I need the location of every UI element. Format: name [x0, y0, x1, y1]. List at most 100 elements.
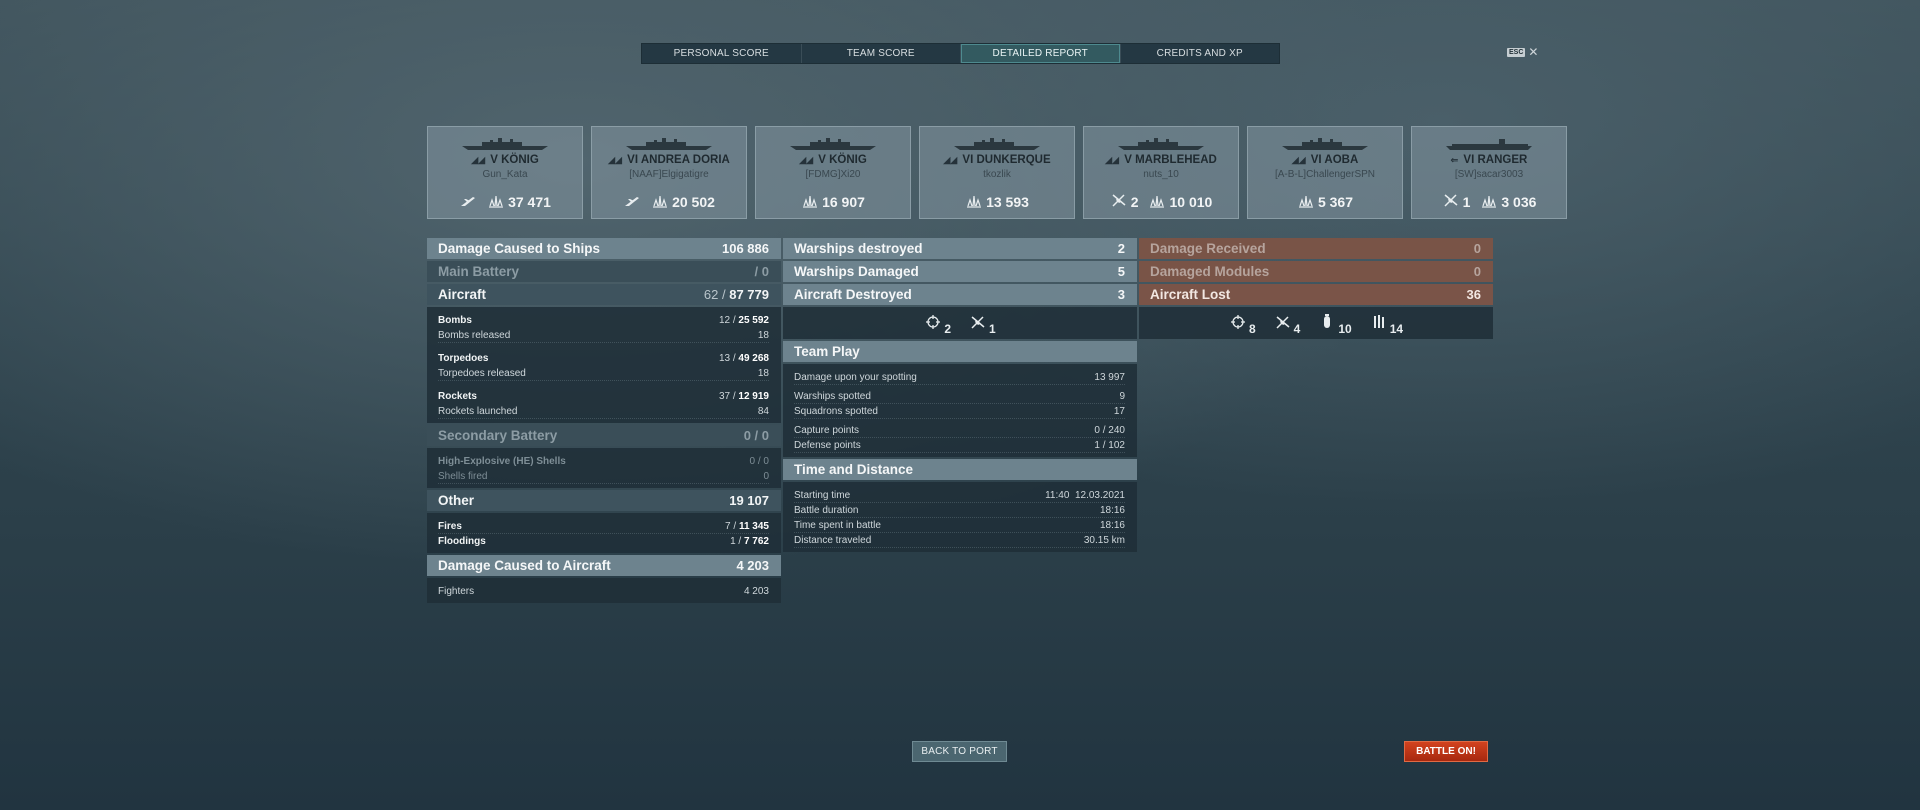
plane-destroyed-icon-stat: 2	[1110, 192, 1138, 211]
aircraft-lost-row: Aircraft Lost 36	[1139, 284, 1493, 305]
damage-icon	[1148, 192, 1166, 211]
damage-received-panel: Damage Received 0 Damaged Modules 0 Aircra…	[1139, 238, 1493, 341]
close-icon: ✕	[1528, 45, 1539, 59]
ship-class-icon: ◢◢	[943, 155, 958, 165]
damage-caused-header: Damage Caused to Ships 106 886	[427, 238, 781, 259]
rockets-launched-row: Rockets launched 84	[438, 404, 769, 419]
player-stats: 16 907	[756, 192, 910, 211]
fires-row: Fires 7 / 11 345	[438, 519, 769, 534]
team-play-row: Warships spotted 9	[794, 389, 1125, 404]
plane-destroyed-icon-counter: 4	[1274, 314, 1300, 336]
damage-caused-panel: Damage Caused to Ships 106 886 Main Batt…	[427, 238, 781, 605]
player-cards: ◢◢ V KÖNIG Gun_Kata 37 471 ◢◢ VI ANDREA …	[427, 126, 1567, 219]
player-name: [NAAF]Elgigatigre	[629, 169, 709, 180]
kills-panel: Warships destroyed 2 Warships Damaged 5 Ai…	[783, 238, 1137, 554]
plane-kill-icon	[459, 192, 477, 211]
ship-name: ⇐ VI RANGER	[1450, 154, 1528, 166]
damage-stat: 5 367	[1297, 192, 1353, 211]
other-breakdown: Fires 7 / 11 345 Floodings 1 / 7 762	[427, 513, 781, 553]
time-distance-block: Starting time 11:40 12.03.2021 Battle dur…	[783, 482, 1137, 552]
ship-class-icon: ◢◢	[1105, 155, 1119, 165]
ship-name: ◢◢ VI DUNKERQUE	[943, 154, 1051, 166]
team-play-header: Team Play	[783, 341, 1137, 362]
player-card[interactable]: ⇐ VI RANGER [SW]sacar3003 1 3 036	[1411, 126, 1567, 219]
player-stats: 5 367	[1248, 192, 1402, 211]
back-to-port-button[interactable]: BACK TO PORT	[912, 741, 1007, 762]
other-row: Other 19 107	[427, 490, 781, 511]
rockets-row: Rockets 37 / 12 919	[438, 391, 769, 402]
warships-damaged-row: Warships Damaged 5	[783, 261, 1137, 282]
damage-stat: 16 907	[801, 192, 865, 211]
plane-destroyed-icon-stat: 1	[1442, 192, 1470, 211]
ship-class-icon: ◢◢	[471, 155, 486, 165]
team-play-block: Damage upon your spotting 13 997 Warships…	[783, 364, 1137, 457]
player-stats: 13 593	[920, 192, 1074, 211]
tab-team-score[interactable]: TEAM SCORE	[802, 44, 961, 63]
main-battery-row: Main Battery / 0	[427, 261, 781, 282]
aircraft-damage-breakdown: Fighters 4 203	[427, 578, 781, 603]
player-name: tkozlik	[983, 169, 1011, 180]
torpedo-icon-counter: 14	[1370, 314, 1403, 336]
ship-class-icon: ◢◢	[608, 155, 622, 165]
player-card[interactable]: ◢◢ V KÖNIG Gun_Kata 37 471	[427, 126, 583, 219]
plane-kill-icon-stat	[623, 192, 641, 211]
shells-fired-row: Shells fired 0	[438, 469, 769, 484]
plane-destroyed-icon	[1110, 192, 1128, 211]
aircraft-row: Aircraft 62 / 87 779	[427, 284, 781, 305]
time-distance-row: Battle duration 18:16	[794, 503, 1125, 518]
tab-detailed-report[interactable]: DETAILED REPORT	[961, 44, 1121, 63]
secondary-battery-row: Secondary Battery 0 / 0	[427, 425, 781, 446]
time-distance-row: Distance traveled 30.15 km	[794, 533, 1125, 548]
ship-class-icon: ⇐	[1450, 155, 1459, 165]
ship-name: ◢◢ V MARBLEHEAD	[1105, 154, 1217, 166]
plane-destroyed-icon	[969, 314, 987, 333]
battle-on-button[interactable]: BATTLE ON!	[1404, 741, 1488, 762]
team-play-row: Capture points 0 / 240	[794, 423, 1125, 438]
player-name: [FDMG]Xi20	[805, 169, 861, 180]
damage-to-aircraft-header: Damage Caused to Aircraft 4 203	[427, 555, 781, 576]
ship-class-icon: ◢◢	[799, 155, 814, 165]
crosshair-icon	[1229, 314, 1247, 333]
bomb-icon-counter: 10	[1318, 313, 1352, 336]
player-stats: 20 502	[592, 192, 746, 211]
warships-destroyed-row: Warships destroyed 2	[783, 238, 1137, 259]
player-card[interactable]: ◢◢ VI AOBA [A-B-L]ChallengerSPN 5 367	[1247, 126, 1403, 219]
close-button[interactable]: ESC ✕	[1507, 45, 1538, 59]
player-stats: 2 10 010	[1084, 192, 1238, 211]
plane-kill-icon	[623, 192, 641, 211]
player-card[interactable]: ◢◢ VI ANDREA DORIA [NAAF]Elgigatigre 20 …	[591, 126, 747, 219]
torpedoes-row: Torpedoes 13 / 49 268	[438, 353, 769, 364]
tab-credits-and-xp[interactable]: CREDITS AND XP	[1121, 44, 1280, 63]
damage-stat: 20 502	[651, 192, 715, 211]
crosshair-icon-counter: 2	[924, 314, 951, 336]
bombs-row: Bombs 12 / 25 592	[438, 315, 769, 326]
damaged-modules-row: Damaged Modules 0	[1139, 261, 1493, 282]
floodings-row: Floodings 1 / 7 762	[438, 536, 769, 547]
team-play-row: Squadrons spotted 17	[794, 404, 1125, 419]
player-card[interactable]: ◢◢ V KÖNIG [FDMG]Xi20 16 907	[755, 126, 911, 219]
torpedo-icon	[1370, 314, 1388, 333]
ship-class-icon: ◢◢	[1291, 155, 1306, 165]
crosshair-icon-counter: 8	[1229, 314, 1256, 336]
aircraft-breakdown: Bombs 12 / 25 592 Bombs released 18 Torped…	[427, 307, 781, 423]
crosshair-icon	[924, 314, 942, 333]
ship-name: ◢◢ V KÖNIG	[471, 154, 539, 166]
player-name: [SW]sacar3003	[1454, 169, 1524, 180]
damage-stat: 10 010	[1148, 192, 1212, 211]
player-name: [A-B-L]ChallengerSPN	[1274, 169, 1376, 180]
damage-icon	[801, 192, 819, 211]
time-distance-header: Time and Distance	[783, 459, 1137, 480]
ship-name: ◢◢ V KÖNIG	[799, 154, 867, 166]
player-stats: 37 471	[428, 192, 582, 211]
team-play-row: Damage upon your spotting 13 997	[794, 370, 1125, 385]
player-card[interactable]: ◢◢ V MARBLEHEAD nuts_10 2 10 010	[1083, 126, 1239, 219]
player-card[interactable]: ◢◢ VI DUNKERQUE tkozlik 13 593	[919, 126, 1075, 219]
player-name: Gun_Kata	[482, 169, 528, 180]
losses-icons-row: 8 4 10 14	[1139, 307, 1493, 339]
fighters-row: Fighters 4 203	[438, 586, 769, 597]
team-play-row: Defense points 1 / 102	[794, 438, 1125, 453]
tab-personal-score[interactable]: PERSONAL SCORE	[642, 44, 802, 63]
damage-stat: 13 593	[965, 192, 1029, 211]
plane-destroyed-icon-counter: 1	[969, 314, 996, 336]
time-distance-row: Time spent in battle 18:16	[794, 518, 1125, 533]
